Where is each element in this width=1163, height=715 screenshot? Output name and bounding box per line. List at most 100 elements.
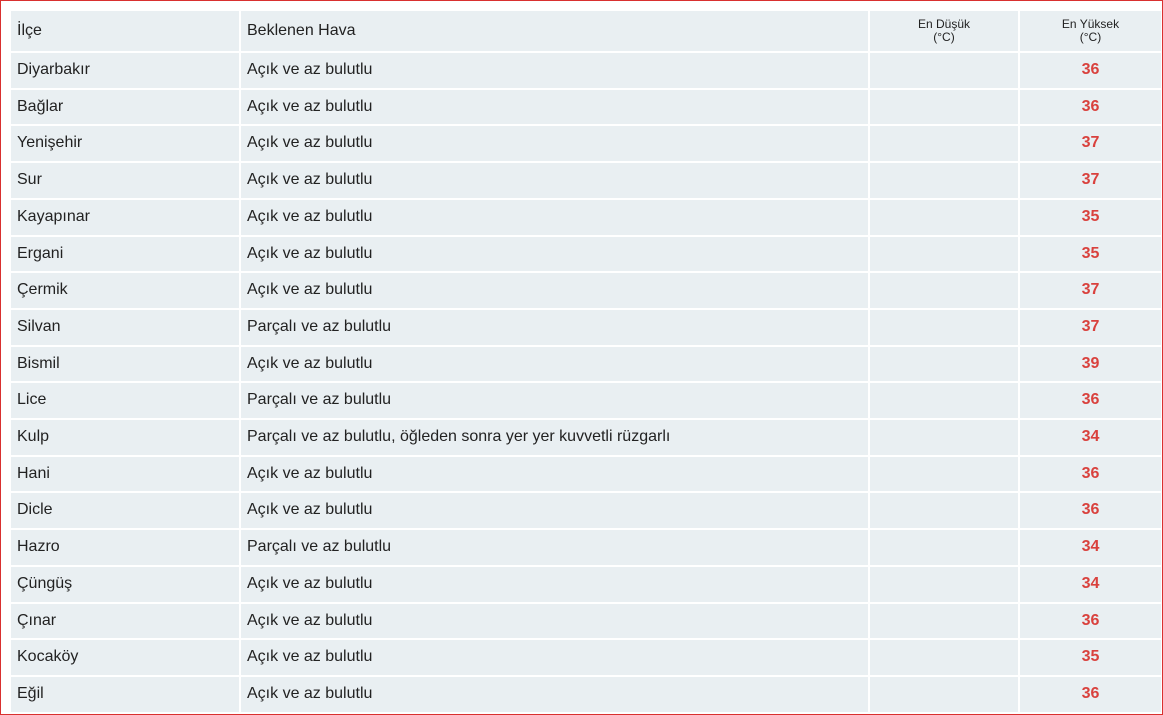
weather-cell: Açık ve az bulutlu bbox=[241, 199, 868, 235]
min-temp-cell bbox=[870, 309, 1018, 345]
weather-cell: Parçalı ve az bulutlu, öğleden sonra yer… bbox=[241, 420, 868, 455]
table-body: Diyarbakır Açık ve az bulutlu 36 Bağlar Açık… bbox=[11, 53, 1161, 712]
max-temp-cell: 36 bbox=[1020, 89, 1161, 125]
table-row: Çüngüş Açık ve az bulutlu 34 bbox=[11, 566, 1161, 602]
min-temp-cell bbox=[870, 456, 1018, 492]
header-expected-weather: Beklenen Hava bbox=[241, 11, 868, 51]
district-cell: Silvan bbox=[11, 309, 239, 345]
district-cell: Çınar bbox=[11, 603, 239, 639]
table-row: Yenişehir Açık ve az bulutlu 37 bbox=[11, 126, 1161, 162]
weather-cell: Açık ve az bulutlu bbox=[241, 163, 868, 198]
district-cell: Hani bbox=[11, 456, 239, 492]
weather-cell: Açık ve az bulutlu bbox=[241, 346, 868, 382]
table-row: Lice Parçalı ve az bulutlu 36 bbox=[11, 383, 1161, 419]
max-temp-cell: 37 bbox=[1020, 309, 1161, 345]
min-temp-cell bbox=[870, 640, 1018, 675]
weather-cell: Açık ve az bulutlu bbox=[241, 456, 868, 492]
weather-cell: Parçalı ve az bulutlu bbox=[241, 383, 868, 419]
weather-forecast-table: İlçe Beklenen Hava En Düşük (°C) En Yüks… bbox=[9, 9, 1162, 714]
weather-cell: Açık ve az bulutlu bbox=[241, 640, 868, 675]
min-temp-cell bbox=[870, 199, 1018, 235]
max-temp-cell: 35 bbox=[1020, 640, 1161, 675]
table-row: Dicle Açık ve az bulutlu 36 bbox=[11, 493, 1161, 529]
district-cell: Kocaköy bbox=[11, 640, 239, 675]
district-cell: Lice bbox=[11, 383, 239, 419]
district-cell: Hazro bbox=[11, 530, 239, 565]
table-row: Kayapınar Açık ve az bulutlu 35 bbox=[11, 199, 1161, 235]
table-row: Ergani Açık ve az bulutlu 35 bbox=[11, 236, 1161, 272]
max-temp-cell: 36 bbox=[1020, 456, 1161, 492]
district-cell: Ergani bbox=[11, 236, 239, 272]
min-temp-cell bbox=[870, 89, 1018, 125]
max-temp-cell: 34 bbox=[1020, 420, 1161, 455]
weather-cell: Açık ve az bulutlu bbox=[241, 603, 868, 639]
weather-cell: Parçalı ve az bulutlu bbox=[241, 309, 868, 345]
table-row: Eğil Açık ve az bulutlu 36 bbox=[11, 676, 1161, 712]
min-temp-cell bbox=[870, 566, 1018, 602]
weather-cell: Açık ve az bulutlu bbox=[241, 566, 868, 602]
max-temp-cell: 35 bbox=[1020, 236, 1161, 272]
header-max-temp-unit: (°C) bbox=[1079, 30, 1102, 44]
district-cell: Bağlar bbox=[11, 89, 239, 125]
table-row: Hani Açık ve az bulutlu 36 bbox=[11, 456, 1161, 492]
table-row: Bismil Açık ve az bulutlu 39 bbox=[11, 346, 1161, 382]
min-temp-cell bbox=[870, 236, 1018, 272]
max-temp-cell: 37 bbox=[1020, 163, 1161, 198]
table-row: Kocaköy Açık ve az bulutlu 35 bbox=[11, 640, 1161, 675]
weather-cell: Açık ve az bulutlu bbox=[241, 676, 868, 712]
header-row: İlçe Beklenen Hava En Düşük (°C) En Yüks… bbox=[11, 11, 1161, 51]
weather-cell: Açık ve az bulutlu bbox=[241, 273, 868, 308]
district-cell: Yenişehir bbox=[11, 126, 239, 162]
min-temp-cell bbox=[870, 530, 1018, 565]
min-temp-cell bbox=[870, 420, 1018, 455]
table-row: Diyarbakır Açık ve az bulutlu 36 bbox=[11, 53, 1161, 88]
table-row: Silvan Parçalı ve az bulutlu 37 bbox=[11, 309, 1161, 345]
district-cell: Çüngüş bbox=[11, 566, 239, 602]
district-cell: Çermik bbox=[11, 273, 239, 308]
district-cell: Sur bbox=[11, 163, 239, 198]
header-district: İlçe bbox=[11, 11, 239, 51]
weather-cell: Açık ve az bulutlu bbox=[241, 493, 868, 529]
table-row: Hazro Parçalı ve az bulutlu 34 bbox=[11, 530, 1161, 565]
table-row: Bağlar Açık ve az bulutlu 36 bbox=[11, 89, 1161, 125]
max-temp-cell: 34 bbox=[1020, 566, 1161, 602]
min-temp-cell bbox=[870, 53, 1018, 88]
header-min-temp-unit: (°C) bbox=[933, 30, 955, 44]
min-temp-cell bbox=[870, 163, 1018, 198]
district-cell: Diyarbakır bbox=[11, 53, 239, 88]
min-temp-cell bbox=[870, 383, 1018, 419]
weather-cell: Parçalı ve az bulutlu bbox=[241, 530, 868, 565]
weather-cell: Açık ve az bulutlu bbox=[241, 126, 868, 162]
max-temp-cell: 37 bbox=[1020, 126, 1161, 162]
max-temp-cell: 36 bbox=[1020, 676, 1161, 712]
table-row: Çermik Açık ve az bulutlu 37 bbox=[11, 273, 1161, 308]
min-temp-cell bbox=[870, 603, 1018, 639]
weather-cell: Açık ve az bulutlu bbox=[241, 236, 868, 272]
max-temp-cell: 35 bbox=[1020, 199, 1161, 235]
min-temp-cell bbox=[870, 493, 1018, 529]
header-max-temp: En Yüksek (°C) bbox=[1020, 11, 1161, 51]
district-cell: Kulp bbox=[11, 420, 239, 455]
district-cell: Eğil bbox=[11, 676, 239, 712]
min-temp-cell bbox=[870, 346, 1018, 382]
min-temp-cell bbox=[870, 273, 1018, 308]
max-temp-cell: 34 bbox=[1020, 530, 1161, 565]
district-cell: Dicle bbox=[11, 493, 239, 529]
table-row: Çınar Açık ve az bulutlu 36 bbox=[11, 603, 1161, 639]
weather-cell: Açık ve az bulutlu bbox=[241, 89, 868, 125]
district-cell: Bismil bbox=[11, 346, 239, 382]
min-temp-cell bbox=[870, 126, 1018, 162]
max-temp-cell: 36 bbox=[1020, 383, 1161, 419]
district-cell: Kayapınar bbox=[11, 199, 239, 235]
max-temp-cell: 36 bbox=[1020, 603, 1161, 639]
table-row: Sur Açık ve az bulutlu 37 bbox=[11, 163, 1161, 198]
weather-cell: Açık ve az bulutlu bbox=[241, 53, 868, 88]
min-temp-cell bbox=[870, 676, 1018, 712]
max-temp-cell: 39 bbox=[1020, 346, 1161, 382]
max-temp-cell: 36 bbox=[1020, 53, 1161, 88]
max-temp-cell: 36 bbox=[1020, 493, 1161, 529]
weather-table-frame: İlçe Beklenen Hava En Düşük (°C) En Yüks… bbox=[0, 0, 1163, 715]
table-header: İlçe Beklenen Hava En Düşük (°C) En Yüks… bbox=[11, 11, 1161, 51]
table-row: Kulp Parçalı ve az bulutlu, öğleden sonra… bbox=[11, 420, 1161, 455]
max-temp-cell: 37 bbox=[1020, 273, 1161, 308]
